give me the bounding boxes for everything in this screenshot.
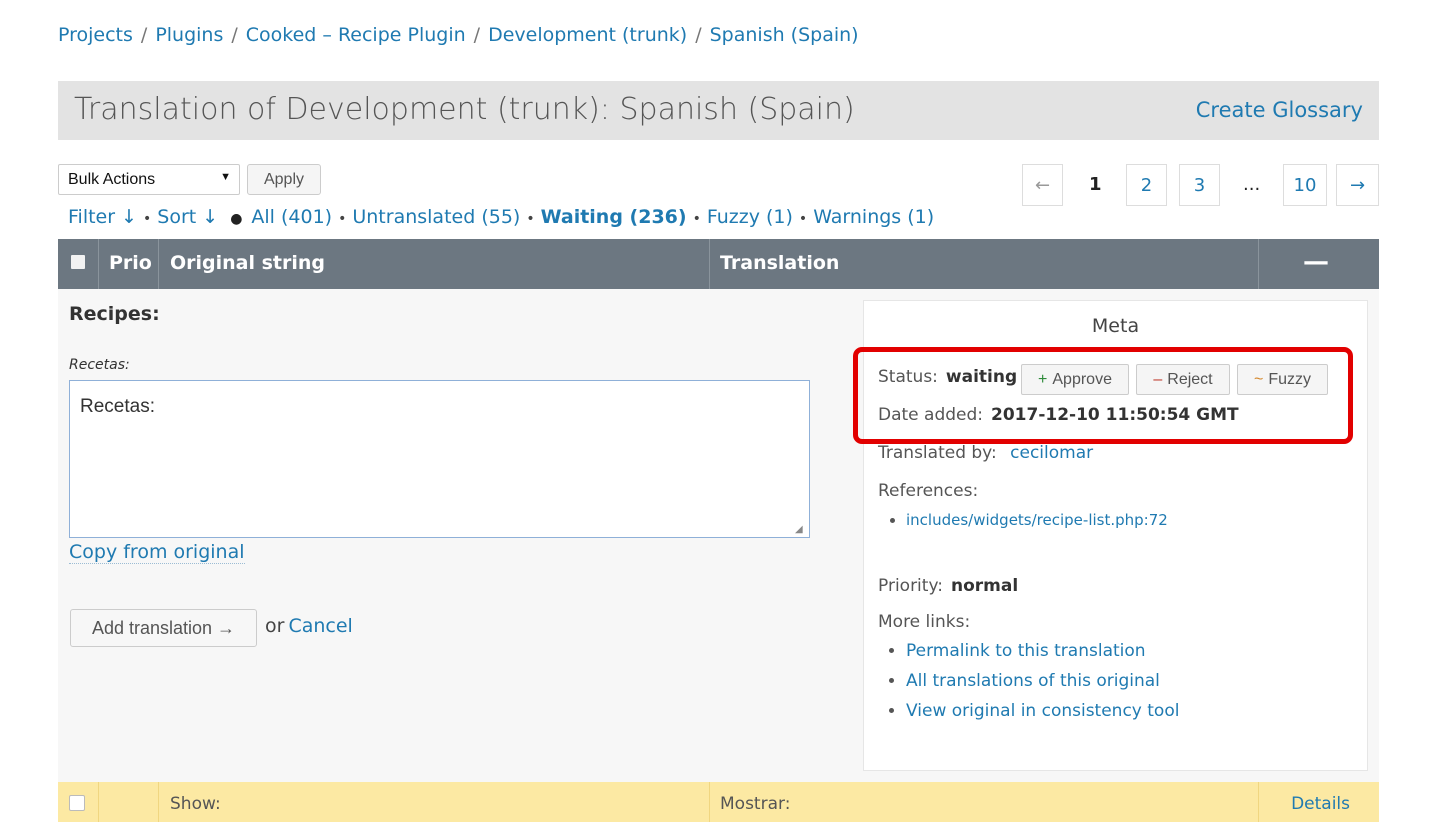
row-checkbox[interactable] <box>69 795 85 811</box>
select-all-checkbox[interactable] <box>71 255 85 269</box>
resize-handle-icon[interactable]: ◢ <box>795 524 807 536</box>
breadcrumb-separator: / <box>140 24 148 46</box>
copy-from-original-link[interactable]: Copy from original <box>69 541 245 564</box>
translation-textarea[interactable]: Recetas: <box>69 380 810 538</box>
highlight-box <box>853 347 1353 444</box>
row-original: Show: <box>159 782 710 822</box>
breadcrumb-separator: / <box>473 24 481 46</box>
breadcrumb-separator: / <box>695 24 702 46</box>
filter-toggle[interactable]: Filter ↓ <box>68 206 137 228</box>
pagination: ← 1 2 3 ... 10 → <box>1022 164 1379 206</box>
more-links-label: More links: <box>878 612 971 632</box>
add-translation-button[interactable]: Add translation → <box>70 609 257 647</box>
original-string: Recipes: <box>69 303 160 325</box>
translator-link[interactable]: cecilomar <box>1010 443 1093 463</box>
next-page-icon[interactable]: → <box>1336 164 1379 206</box>
row-prio <box>99 782 159 822</box>
more-links-list: Permalink to this translation All transl… <box>878 636 1179 726</box>
pagination-ellipsis: ... <box>1243 174 1261 195</box>
list-item: includes/widgets/recipe-list.php:72 <box>906 510 1168 530</box>
chevron-down-icon: ▼ <box>220 171 231 183</box>
page-last-link[interactable]: 10 <box>1283 164 1327 206</box>
cancel-link[interactable]: Cancel <box>288 615 352 637</box>
filter-warnings[interactable]: Warnings (1) <box>813 206 934 228</box>
all-translations-link[interactable]: All translations of this original <box>906 671 1160 691</box>
priority-value: normal <box>951 576 1019 596</box>
permalink-link[interactable]: Permalink to this translation <box>906 641 1146 661</box>
header-original: Original string <box>159 239 710 289</box>
breadcrumb-projects[interactable]: Projects <box>58 24 133 46</box>
list-item: Permalink to this translation <box>906 636 1179 666</box>
priority-label: Priority: <box>878 576 943 596</box>
page-2-link[interactable]: 2 <box>1126 164 1167 206</box>
row-checkbox-cell <box>58 782 99 822</box>
page-header: Translation of Development (trunk): Span… <box>58 81 1379 140</box>
breadcrumb-separator: / <box>231 24 238 46</box>
create-glossary-link[interactable]: Create Glossary <box>1196 98 1363 122</box>
collapse-icon[interactable]: — <box>1303 247 1329 277</box>
header-translation: Translation <box>710 239 1259 289</box>
breadcrumb-locale[interactable]: Spanish (Spain) <box>710 24 859 46</box>
meta-title: Meta <box>1091 315 1140 337</box>
translation-label: Recetas: <box>69 357 130 373</box>
filter-waiting[interactable]: Waiting (236) <box>541 206 687 228</box>
filter-fuzzy[interactable]: Fuzzy (1) <box>707 206 793 228</box>
breadcrumb-plugins[interactable]: Plugins <box>155 24 223 46</box>
breadcrumb-plugin[interactable]: Cooked – Recipe Plugin <box>246 24 466 46</box>
bulk-actions-value: Bulk Actions <box>68 171 156 188</box>
header-prio: Prio <box>99 239 159 289</box>
list-item: All translations of this original <box>906 666 1179 696</box>
references-list: includes/widgets/recipe-list.php:72 <box>878 510 1168 530</box>
priority-row: Priority: normal <box>878 576 1018 596</box>
breadcrumb: Projects / Plugins / Cooked – Recipe Plugin /… <box>58 24 859 46</box>
list-item: View original in consistency tool <box>906 696 1179 726</box>
consistency-tool-link[interactable]: View original in consistency tool <box>906 701 1179 721</box>
bulk-actions-select[interactable]: Bulk Actions ▼ <box>58 164 240 195</box>
page-title: Translation of Development (trunk): Span… <box>74 92 855 127</box>
prev-page-icon: ← <box>1022 164 1063 206</box>
table-row[interactable]: Show: Mostrar: Details <box>58 782 1379 822</box>
reference-link[interactable]: includes/widgets/recipe-list.php:72 <box>906 511 1168 529</box>
translated-by-label: Translated by: <box>878 443 997 463</box>
breadcrumb-branch[interactable]: Development (trunk) <box>488 24 687 46</box>
apply-button[interactable]: Apply <box>247 164 321 195</box>
filter-untranslated[interactable]: Untranslated (55) <box>352 206 520 228</box>
row-translation: Mostrar: <box>710 782 1259 822</box>
current-page: 1 <box>1089 174 1102 195</box>
translated-by-row: Translated by: cecilomar <box>878 443 1093 463</box>
sort-toggle[interactable]: Sort ↓ <box>157 206 218 228</box>
filter-bar: Filter ↓ • Sort ↓ ● All (401) • Untranslated (… <box>68 206 935 228</box>
or-text: or <box>265 615 285 637</box>
page-3-link[interactable]: 3 <box>1179 164 1220 206</box>
references-label: References: <box>878 481 979 501</box>
header-checkbox-cell <box>58 239 99 289</box>
table-header: Prio Original string Translation — <box>58 239 1379 289</box>
filter-all[interactable]: All (401) <box>251 206 332 228</box>
cancel-group: or Cancel <box>265 615 353 637</box>
details-link[interactable]: Details <box>1291 794 1350 814</box>
